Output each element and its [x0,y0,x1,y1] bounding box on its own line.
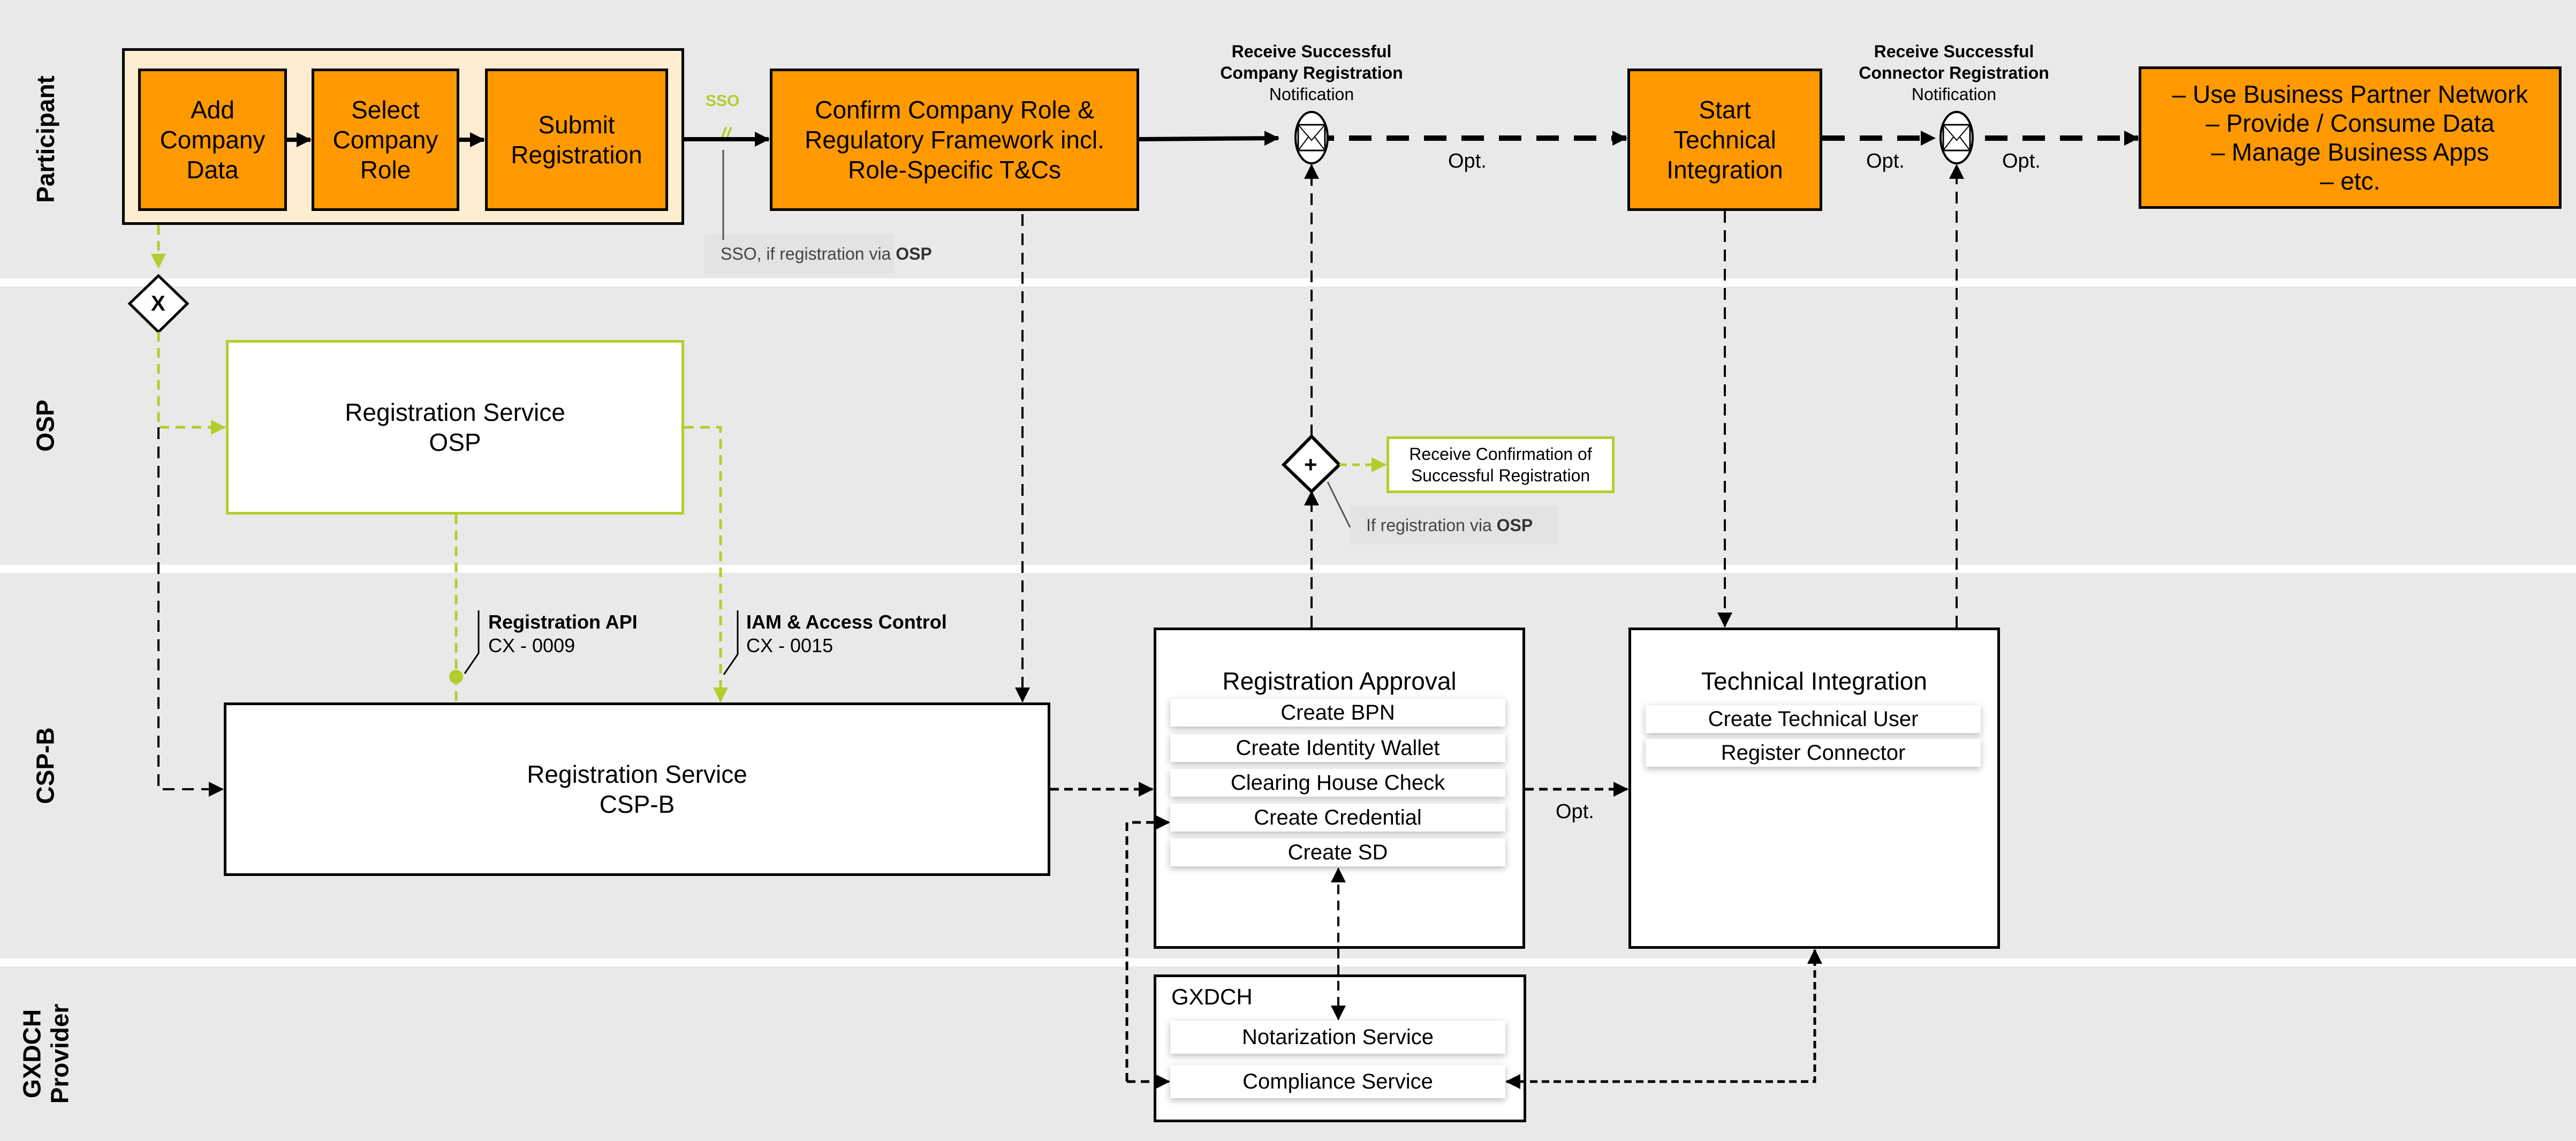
osp-note-leader [1327,481,1351,528]
green-arrow-gateway-to-osp [157,332,226,435]
green-arrow-iam-access [684,426,728,702]
arrow-compliance-technical [1505,949,1822,1089]
arrow-confirm-to-event1 [1139,131,1279,146]
registration-api-connector-dot [449,670,463,684]
message-event-connector-registration-icon [1939,111,1974,164]
message-event-company-registration-icon [1294,111,1329,164]
connectors-layer [127,111,2139,1089]
arrow-compliance-to-clearing-house [1125,815,1170,1082]
parallel-gateway-symbol: + [1304,452,1317,477]
arrow-gateway-to-cspb [157,427,224,797]
exclusive-gateway-symbol: X [151,292,165,315]
leader-registration-api [464,610,480,674]
leader-iam-access [723,610,739,675]
